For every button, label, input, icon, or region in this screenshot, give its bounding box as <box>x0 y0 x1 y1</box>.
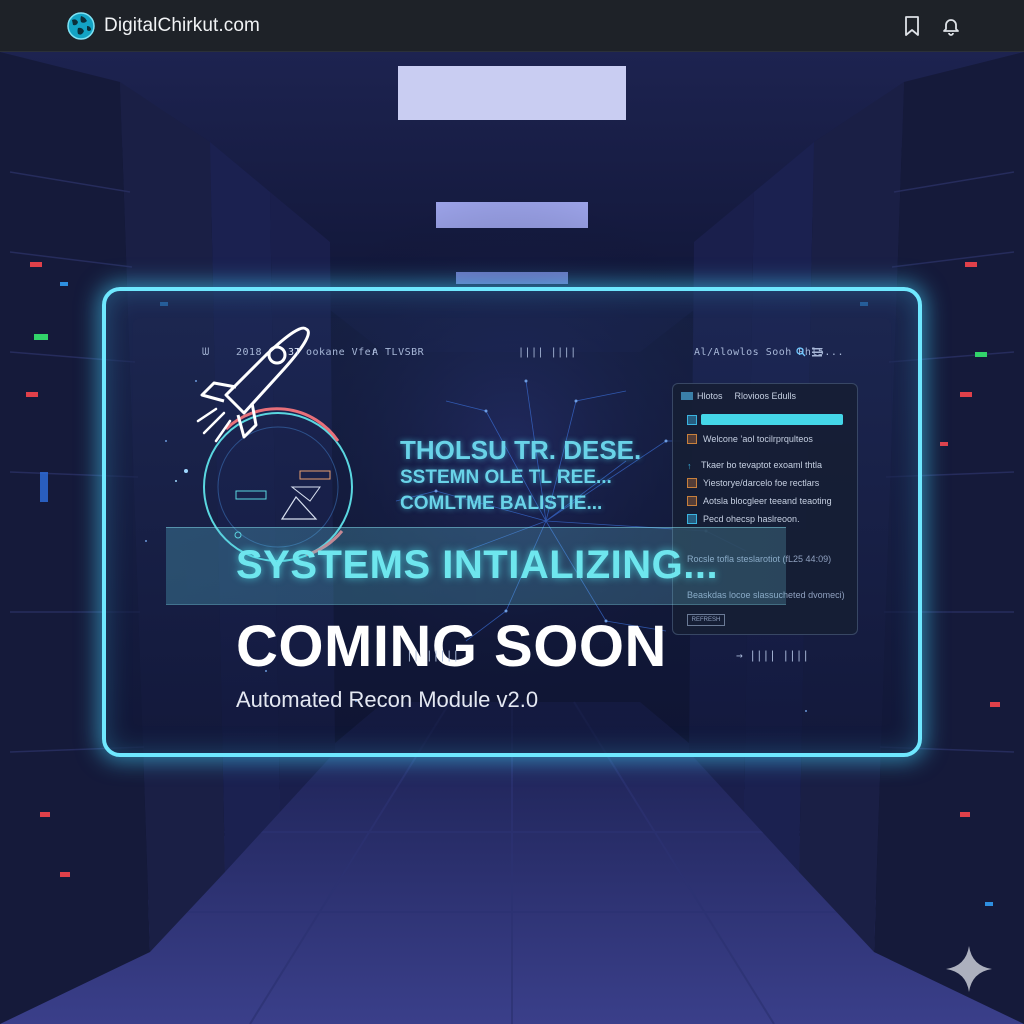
browser-top-bar: DigitalChirkut.com <box>0 0 1024 52</box>
server-room-background: ᗯ 2018 3T ookane Vfer A TLVSBR ∣∣∣∣ ∣∣∣∣… <box>0 52 1024 1024</box>
subtitle: Automated Recon Module v2.0 <box>236 687 539 712</box>
hud-year: 2018 <box>236 347 263 358</box>
sparkle-icon <box>946 946 992 992</box>
glitch-line-1: THOLSU TR. DESE. <box>400 435 642 465</box>
status-row: Yiestorye/darcelo foe rectlars <box>687 478 819 488</box>
site-name: DigitalChirkut.com <box>104 15 260 36</box>
status-row: ↑ Tkaer bo tevaptot exoaml thtla <box>687 460 823 471</box>
bookmark-icon[interactable] <box>900 14 924 38</box>
side-tab-label: Hlotos <box>697 391 723 401</box>
glitch-line-2: SSTEMN OLE TL REE... <box>400 467 612 488</box>
refresh-button[interactable]: REFRESH <box>687 614 725 626</box>
bottom-hud-right: → ∣∣∣∣ ∣∣∣∣ <box>736 649 809 662</box>
headline: COMING SOON <box>236 614 667 679</box>
status-row: Pecd ohecsp haslreoon. <box>687 514 800 524</box>
task-check-icon <box>687 514 697 524</box>
status-icon <box>687 415 697 425</box>
notification-icon[interactable] <box>939 14 963 38</box>
status-row: Welcone ’aol tocilrprqulteos <box>687 434 813 444</box>
status-row-text: Yiestorye/darcelo foe rectlars <box>703 478 820 488</box>
status-row: Aotsla blocgleer teeand teaoting <box>687 496 832 506</box>
search-icon <box>796 347 806 357</box>
status-text: SYSTEMS INTIALIZING... <box>236 543 719 587</box>
hud-glyph: ᗯ <box>202 347 210 358</box>
status-row-text: Tkaer bo tevaptot exoaml thtla <box>701 460 823 470</box>
site-brand[interactable]: DigitalChirkut.com <box>66 11 260 41</box>
status-row-text: Pecd ohecsp haslreoon. <box>703 514 800 524</box>
hud-center: ∣∣∣∣ ∣∣∣∣ <box>518 347 577 358</box>
coming-soon-panel: ᗯ 2018 3T ookane Vfer A TLVSBR ∣∣∣∣ ∣∣∣∣… <box>102 287 922 757</box>
arrow-up-icon: ↑ <box>687 461 692 471</box>
bottom-hud-left: ∣∣ ∣∣∣∣∣ <box>406 649 459 662</box>
menu-icon <box>812 348 822 357</box>
side-window-title: Rlovioos Edulls <box>734 391 797 401</box>
glitch-line-3: COMLTME BALISTIE... <box>400 493 603 514</box>
hud-label-1: ookane Vfer <box>306 347 378 358</box>
status-row-text: Aotsla blocgleer teeand teaoting <box>703 496 832 506</box>
task-check-icon <box>687 434 697 444</box>
progress-bar <box>701 414 843 425</box>
hud-label-2: A TLVSBR <box>372 347 425 358</box>
task-check-icon <box>687 478 697 488</box>
task-check-icon <box>687 496 697 506</box>
rocket-icon <box>196 326 310 443</box>
hud-code: 3T <box>288 347 302 358</box>
status-row-text: Welcone ’aol tocilrprqulteos <box>703 434 813 444</box>
tab-marker <box>681 392 693 400</box>
side-window-header: Hlotos Rlovioos Edulls <box>681 391 849 401</box>
globe-icon <box>67 12 95 40</box>
